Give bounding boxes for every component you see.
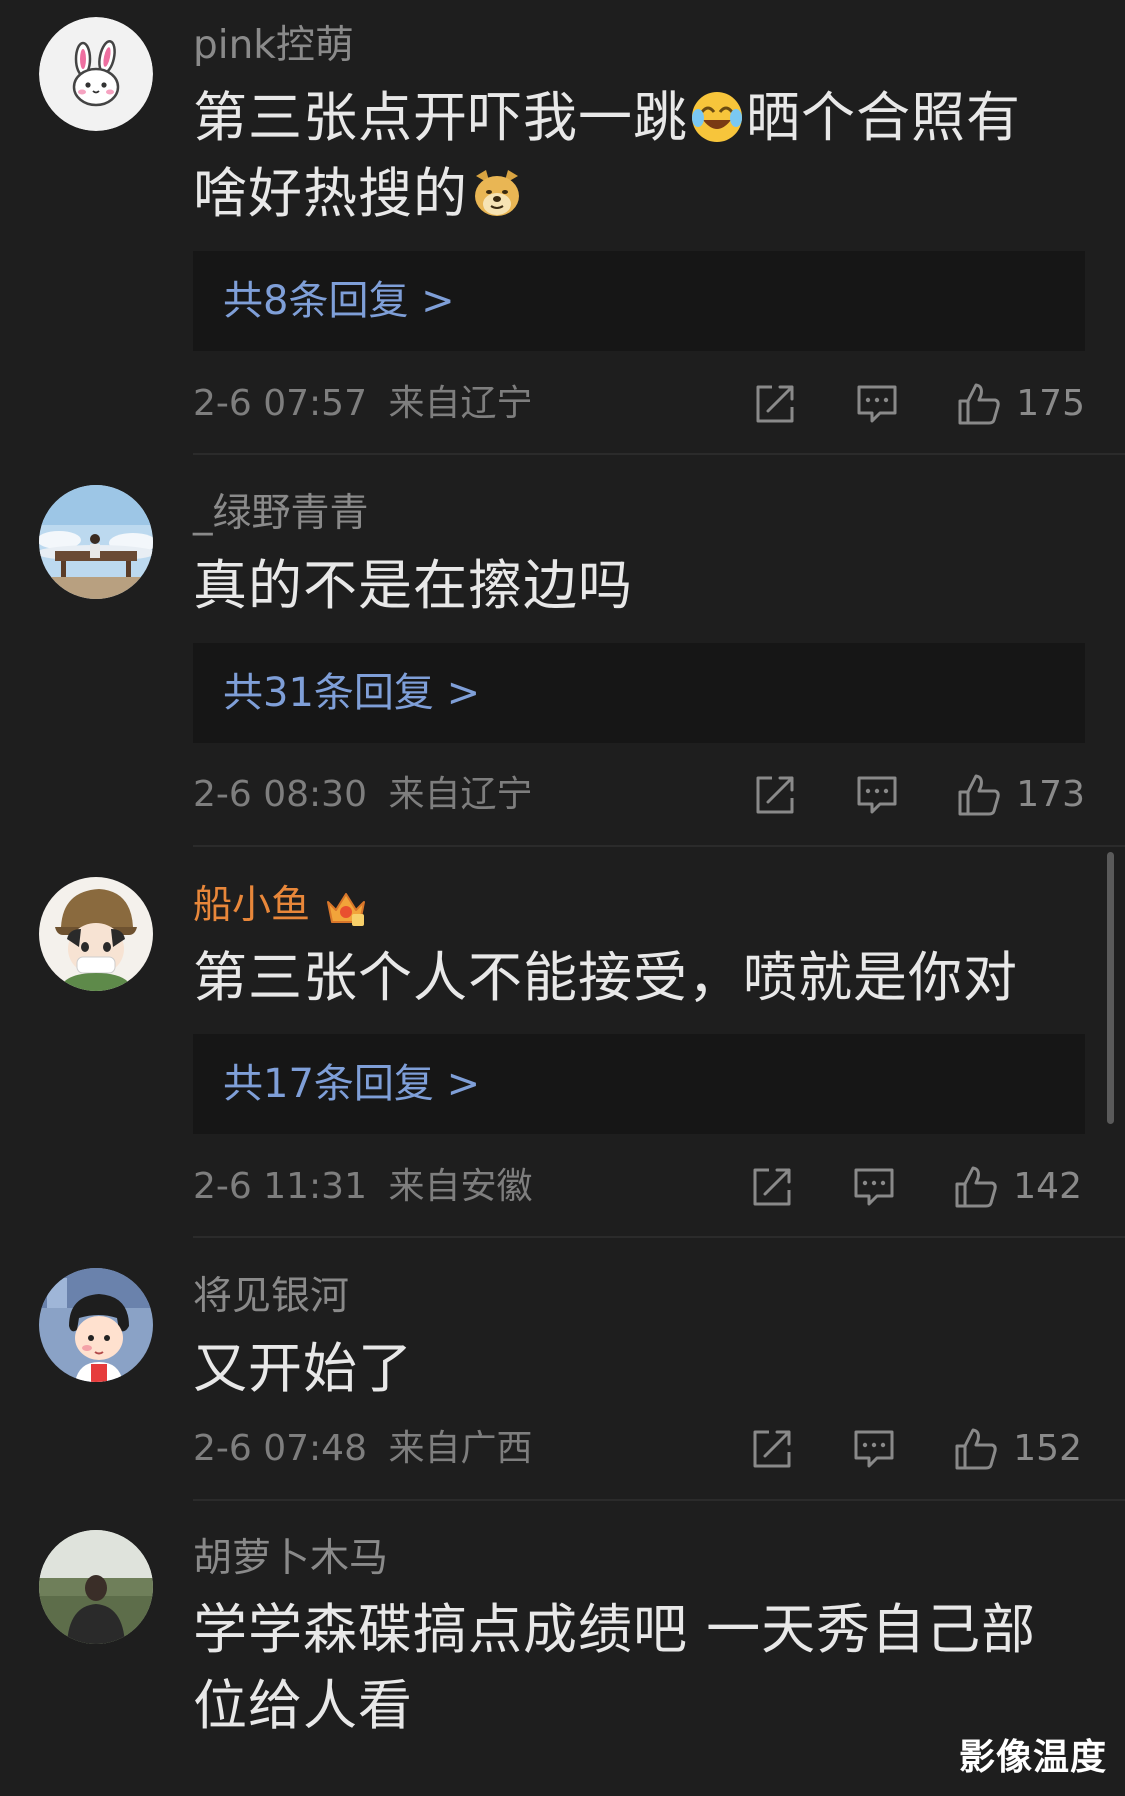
timestamp: 2-6 11:31 bbox=[193, 1166, 367, 1207]
like-button[interactable]: 152 bbox=[953, 1426, 1082, 1472]
comment-text: 真的不是在擦边吗 bbox=[193, 554, 633, 617]
location: 来自辽宁 bbox=[388, 774, 533, 815]
doge-emoji-icon bbox=[475, 170, 519, 216]
watermark: 影像温度 bbox=[958, 1737, 1107, 1778]
divider bbox=[193, 1499, 1125, 1501]
username-text[interactable]: 船小鱼 bbox=[193, 883, 310, 928]
user-avatar[interactable] bbox=[39, 485, 153, 599]
comment-text: 第三张点开吓我一跳 晒个合照有啥好热搜的 bbox=[193, 80, 1093, 232]
thumbs-up-icon[interactable] bbox=[953, 1164, 999, 1210]
share-icon[interactable] bbox=[749, 1164, 795, 1210]
divider bbox=[193, 845, 1125, 847]
user-avatar[interactable] bbox=[39, 877, 153, 991]
view-replies-link[interactable]: 共8条回复 > bbox=[223, 281, 455, 321]
comment-icon[interactable] bbox=[851, 1164, 897, 1210]
comment-actions: 152 bbox=[749, 1426, 1082, 1472]
comment-actions: 175 bbox=[752, 381, 1085, 427]
timestamp: 2-6 07:48 bbox=[193, 1428, 367, 1469]
thumbs-up-icon[interactable] bbox=[956, 381, 1002, 427]
user-avatar[interactable] bbox=[39, 1268, 153, 1382]
sky-bench-avatar-icon bbox=[39, 485, 153, 599]
comment-meta: 2-6 11:31 来自安徽 bbox=[193, 1169, 532, 1205]
username[interactable]: 胡萝卜木马 bbox=[193, 1539, 388, 1578]
share-icon[interactable] bbox=[752, 381, 798, 427]
comment-text: 又开始了 bbox=[193, 1337, 413, 1400]
divider bbox=[193, 1236, 1125, 1238]
like-button[interactable]: 175 bbox=[956, 381, 1085, 427]
bunny-avatar-icon bbox=[39, 17, 153, 131]
user-avatar[interactable] bbox=[39, 1530, 153, 1644]
share-icon[interactable] bbox=[752, 772, 798, 818]
comment-icon[interactable] bbox=[851, 1426, 897, 1472]
location: 来自辽宁 bbox=[388, 383, 533, 424]
replies-panel[interactable]: 共31条回复 > bbox=[193, 643, 1085, 743]
like-button[interactable]: 142 bbox=[953, 1164, 1082, 1210]
comment-text-part: 第三张点开吓我一跳 bbox=[193, 86, 688, 149]
comment-text: 学学森碟搞点成绩吧 一天秀自己部 位给人看 bbox=[193, 1592, 1113, 1744]
comment-meta: 2-6 08:30 来自辽宁 bbox=[193, 777, 532, 813]
user-avatar[interactable] bbox=[39, 17, 153, 131]
replies-panel[interactable]: 共8条回复 > bbox=[193, 251, 1085, 351]
comment-text-line: 位给人看 bbox=[193, 1674, 413, 1737]
location: 来自广西 bbox=[388, 1428, 533, 1469]
field-person-avatar-icon bbox=[39, 1530, 153, 1644]
scrollbar[interactable] bbox=[1107, 852, 1114, 1124]
comment-icon[interactable] bbox=[854, 772, 900, 818]
comment-actions: 142 bbox=[749, 1164, 1082, 1210]
like-count: 173 bbox=[1016, 774, 1085, 815]
comment-meta: 2-6 07:57 来自辽宁 bbox=[193, 386, 532, 422]
comment-text: 第三张个人不能接受，喷就是你对 bbox=[193, 946, 1018, 1009]
view-replies-link[interactable]: 共17条回复 > bbox=[223, 1064, 480, 1104]
like-count: 152 bbox=[1013, 1428, 1082, 1469]
comment-text-part: 晒个合照有 bbox=[746, 86, 1021, 149]
divider bbox=[193, 453, 1125, 455]
thumbs-up-icon[interactable] bbox=[953, 1426, 999, 1472]
cartoon-girl-avatar-icon bbox=[39, 1268, 153, 1382]
like-count: 142 bbox=[1013, 1166, 1082, 1207]
share-icon[interactable] bbox=[749, 1426, 795, 1472]
replies-panel[interactable]: 共17条回复 > bbox=[193, 1034, 1085, 1134]
girl-hat-avatar-icon bbox=[39, 877, 153, 991]
timestamp: 2-6 07:57 bbox=[193, 383, 367, 424]
username[interactable]: 船小鱼 bbox=[193, 886, 368, 928]
view-replies-link[interactable]: 共31条回复 > bbox=[223, 673, 480, 713]
username[interactable]: pink控萌 bbox=[193, 26, 354, 65]
laugh-cry-emoji-icon bbox=[692, 92, 742, 142]
comment-feed: pink控萌 第三张点开吓我一跳 晒个合照有 啥好热搜的 共8条回复 > 2-6… bbox=[0, 0, 1125, 1796]
like-count: 175 bbox=[1016, 383, 1085, 424]
thumbs-up-icon[interactable] bbox=[956, 772, 1002, 818]
comment-meta: 2-6 07:48 来自广西 bbox=[193, 1431, 532, 1467]
crown-badge-icon bbox=[327, 892, 366, 926]
comment-actions: 173 bbox=[752, 772, 1085, 818]
comment-text-part: 啥好热搜的 bbox=[193, 162, 468, 225]
comment-text-line: 学学森碟搞点成绩吧 一天秀自己部 bbox=[193, 1598, 1037, 1661]
location: 来自安徽 bbox=[388, 1166, 533, 1207]
username[interactable]: _绿野青青 bbox=[193, 494, 369, 533]
username[interactable]: 将见银河 bbox=[193, 1277, 349, 1316]
comment-icon[interactable] bbox=[854, 381, 900, 427]
timestamp: 2-6 08:30 bbox=[193, 774, 367, 815]
like-button[interactable]: 173 bbox=[956, 772, 1085, 818]
